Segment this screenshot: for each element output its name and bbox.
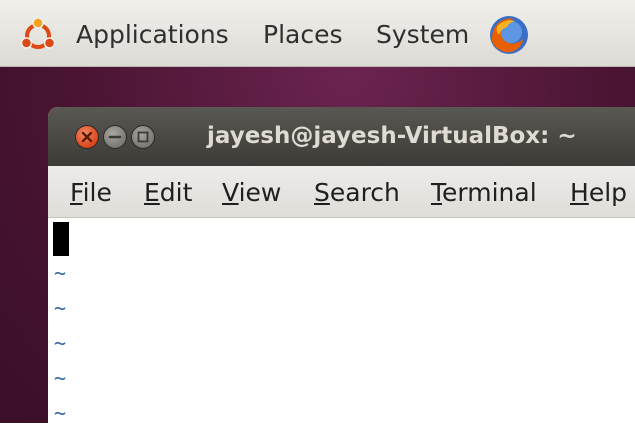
menu-view[interactable]: View	[222, 178, 281, 208]
maximize-button[interactable]	[132, 126, 154, 148]
menu-edit[interactable]: Edit	[144, 178, 192, 208]
close-icon	[81, 131, 93, 143]
close-button[interactable]	[76, 126, 98, 148]
terminal-text-area[interactable]: ~ ~ ~ ~ ~	[48, 218, 635, 437]
empty-line-marker: ~	[54, 296, 67, 320]
maximize-icon	[137, 131, 149, 143]
ubuntu-logo-icon[interactable]	[20, 18, 56, 54]
menu-help[interactable]: Help	[570, 178, 627, 208]
window-titlebar[interactable]: jayesh@jayesh-VirtualBox: ~	[48, 107, 635, 166]
terminal-menubar: File Edit View Search Terminal Help	[48, 166, 635, 218]
empty-line-marker: ~	[54, 261, 67, 285]
applications-menu[interactable]: Applications	[76, 20, 229, 50]
terminal-window: jayesh@jayesh-VirtualBox: ~ File Edit Vi…	[48, 107, 635, 437]
window-title: jayesh@jayesh-VirtualBox: ~	[207, 123, 577, 149]
system-menu[interactable]: System	[376, 20, 469, 50]
top-panel: Applications Places System	[0, 0, 635, 67]
menu-search[interactable]: Search	[314, 178, 400, 208]
text-cursor	[53, 222, 69, 256]
menu-file[interactable]: File	[70, 178, 112, 208]
menu-terminal[interactable]: Terminal	[431, 178, 537, 208]
empty-line-marker: ~	[54, 331, 67, 355]
firefox-icon[interactable]	[487, 13, 531, 57]
empty-line-marker: ~	[54, 366, 67, 390]
places-menu[interactable]: Places	[263, 20, 343, 50]
minimize-icon	[108, 135, 122, 139]
empty-line-marker: ~	[54, 401, 67, 425]
minimize-button[interactable]	[104, 126, 126, 148]
